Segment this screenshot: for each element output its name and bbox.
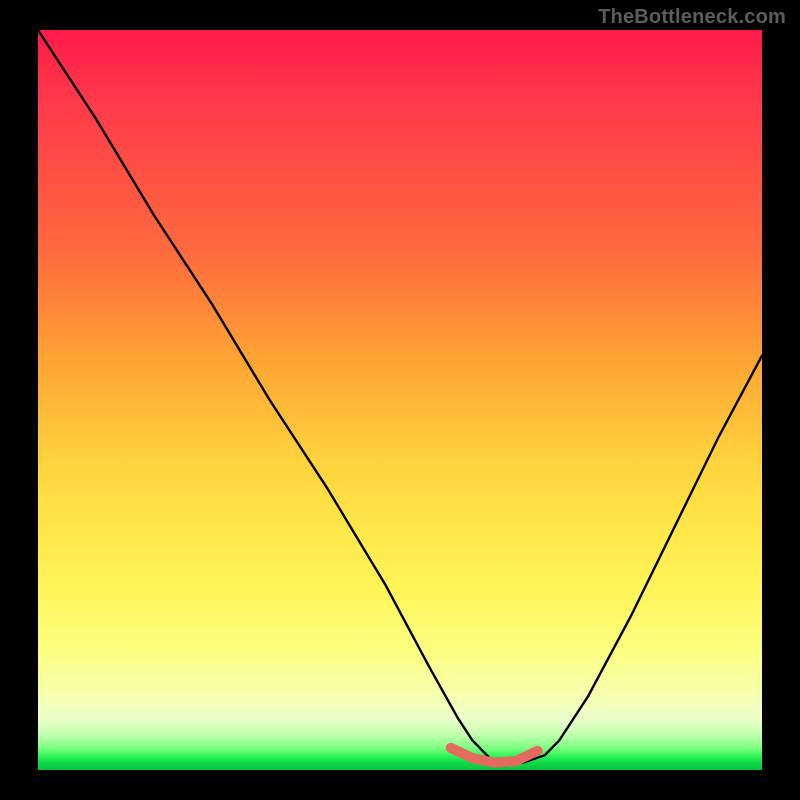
bottleneck-curve bbox=[38, 30, 762, 763]
curve-layer bbox=[38, 30, 762, 770]
plot-area bbox=[38, 30, 762, 770]
watermark-text: TheBottleneck.com bbox=[598, 6, 786, 29]
chart-frame: TheBottleneck.com bbox=[0, 0, 800, 800]
optimal-range-marker bbox=[451, 748, 538, 763]
